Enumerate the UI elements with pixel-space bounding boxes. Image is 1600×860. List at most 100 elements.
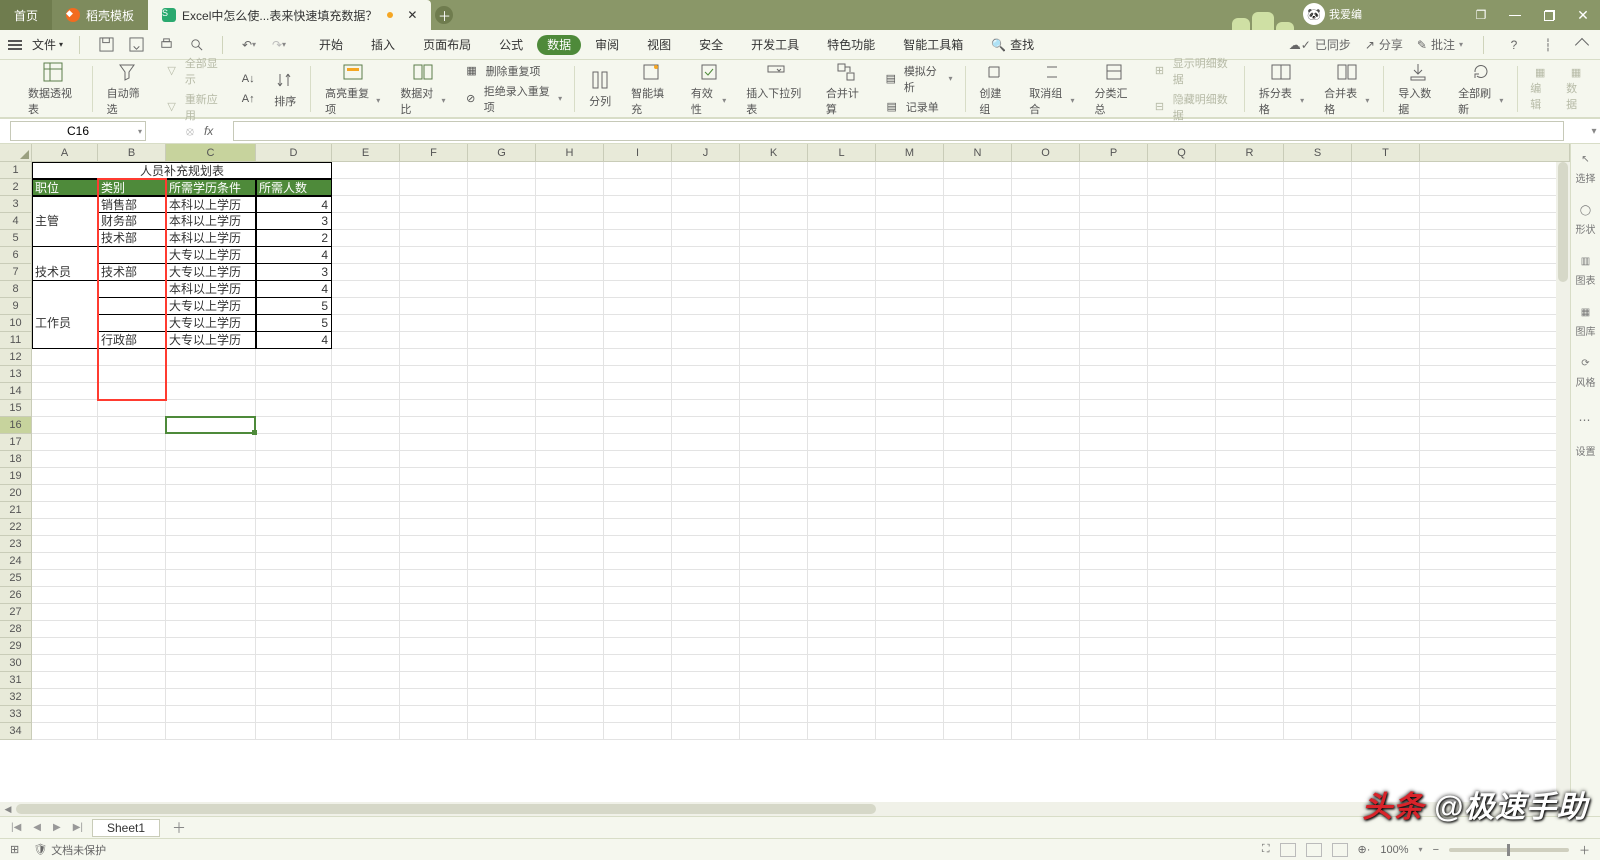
- cell[interactable]: [468, 417, 536, 434]
- cell[interactable]: [1148, 213, 1216, 230]
- cell[interactable]: [1148, 264, 1216, 281]
- cell[interactable]: [1080, 706, 1148, 723]
- cell[interactable]: 3: [256, 213, 332, 230]
- cell[interactable]: [1420, 196, 1570, 213]
- cell[interactable]: [400, 689, 468, 706]
- view-reader-icon[interactable]: [1332, 843, 1348, 857]
- cell[interactable]: [1216, 587, 1284, 604]
- expand-fx-icon[interactable]: ▾: [1588, 126, 1600, 137]
- cell[interactable]: [1352, 281, 1420, 298]
- cell[interactable]: [256, 706, 332, 723]
- cell[interactable]: [672, 706, 740, 723]
- cell[interactable]: [1012, 451, 1080, 468]
- cell[interactable]: [400, 570, 468, 587]
- cell[interactable]: [536, 281, 604, 298]
- cell[interactable]: [1148, 587, 1216, 604]
- cell[interactable]: [256, 689, 332, 706]
- cell[interactable]: [808, 162, 876, 179]
- cell[interactable]: [400, 502, 468, 519]
- collapse-ribbon-icon[interactable]: [1572, 35, 1592, 55]
- cell[interactable]: [536, 536, 604, 553]
- cell[interactable]: [468, 349, 536, 366]
- col-header[interactable]: R: [1216, 144, 1284, 162]
- cell[interactable]: [166, 349, 256, 366]
- cell[interactable]: [876, 519, 944, 536]
- cell[interactable]: [536, 468, 604, 485]
- cell[interactable]: [1080, 196, 1148, 213]
- data-compare-button[interactable]: 数据对比▾: [390, 61, 455, 117]
- cell[interactable]: [1352, 655, 1420, 672]
- cell[interactable]: [166, 434, 256, 451]
- cell[interactable]: [604, 502, 672, 519]
- cell[interactable]: [1148, 451, 1216, 468]
- cell[interactable]: [1148, 281, 1216, 298]
- cell[interactable]: [1012, 417, 1080, 434]
- row-header[interactable]: 15: [0, 400, 32, 417]
- cell[interactable]: [332, 196, 400, 213]
- cell[interactable]: [1420, 434, 1570, 451]
- cell[interactable]: [808, 213, 876, 230]
- cell[interactable]: [808, 264, 876, 281]
- cell[interactable]: [32, 383, 98, 400]
- cell[interactable]: 本科以上学历: [166, 281, 256, 298]
- cell[interactable]: [332, 230, 400, 247]
- cell[interactable]: [400, 264, 468, 281]
- cell[interactable]: [1352, 587, 1420, 604]
- cell[interactable]: [1420, 162, 1570, 179]
- cell[interactable]: [400, 400, 468, 417]
- cell[interactable]: [400, 485, 468, 502]
- cell[interactable]: [32, 706, 98, 723]
- cell[interactable]: [332, 706, 400, 723]
- cell[interactable]: [1216, 332, 1284, 349]
- merge-table-button[interactable]: 合并表格▾: [1314, 61, 1379, 117]
- cell[interactable]: [1148, 604, 1216, 621]
- cell[interactable]: 技术部: [98, 264, 166, 281]
- zoom-slider[interactable]: [1449, 848, 1569, 852]
- cell[interactable]: [1420, 400, 1570, 417]
- cell[interactable]: [166, 706, 256, 723]
- cell[interactable]: [1012, 247, 1080, 264]
- cell[interactable]: [256, 417, 332, 434]
- cell[interactable]: [468, 706, 536, 723]
- record-form-button[interactable]: ▤记录单: [884, 99, 953, 115]
- cell[interactable]: [536, 519, 604, 536]
- cell[interactable]: [1284, 434, 1352, 451]
- cell[interactable]: [876, 468, 944, 485]
- cell[interactable]: [808, 366, 876, 383]
- grid-icon[interactable]: ⊞: [10, 843, 19, 856]
- cell[interactable]: [1420, 638, 1570, 655]
- cell[interactable]: [1080, 213, 1148, 230]
- cell[interactable]: [1012, 706, 1080, 723]
- cell[interactable]: [332, 638, 400, 655]
- cell[interactable]: [468, 519, 536, 536]
- cell[interactable]: [672, 332, 740, 349]
- col-header[interactable]: D: [256, 144, 332, 162]
- cell[interactable]: [740, 689, 808, 706]
- row-header[interactable]: 2: [0, 179, 32, 196]
- tab-layout[interactable]: 页面布局: [409, 31, 485, 59]
- cell[interactable]: [1148, 689, 1216, 706]
- cell[interactable]: [536, 366, 604, 383]
- compact-mode-button[interactable]: ❐: [1464, 0, 1498, 30]
- cell[interactable]: 行政部: [98, 332, 166, 349]
- cell[interactable]: [944, 672, 1012, 689]
- cell[interactable]: [256, 400, 332, 417]
- cell[interactable]: [536, 485, 604, 502]
- cell[interactable]: [536, 689, 604, 706]
- cell[interactable]: [1012, 213, 1080, 230]
- sheet-nav-next-icon[interactable]: ▶: [50, 822, 64, 833]
- cell[interactable]: [256, 502, 332, 519]
- tab-dev[interactable]: 开发工具: [737, 31, 813, 59]
- row-header[interactable]: 18: [0, 451, 32, 468]
- cell[interactable]: [944, 281, 1012, 298]
- col-header[interactable]: G: [468, 144, 536, 162]
- cell[interactable]: [604, 570, 672, 587]
- cell[interactable]: [740, 162, 808, 179]
- cell[interactable]: 4: [256, 332, 332, 349]
- cell[interactable]: [1216, 672, 1284, 689]
- cell[interactable]: [672, 502, 740, 519]
- cell[interactable]: 所需学历条件: [166, 179, 256, 196]
- cell[interactable]: [332, 723, 400, 740]
- cell[interactable]: [332, 621, 400, 638]
- cell[interactable]: [1420, 502, 1570, 519]
